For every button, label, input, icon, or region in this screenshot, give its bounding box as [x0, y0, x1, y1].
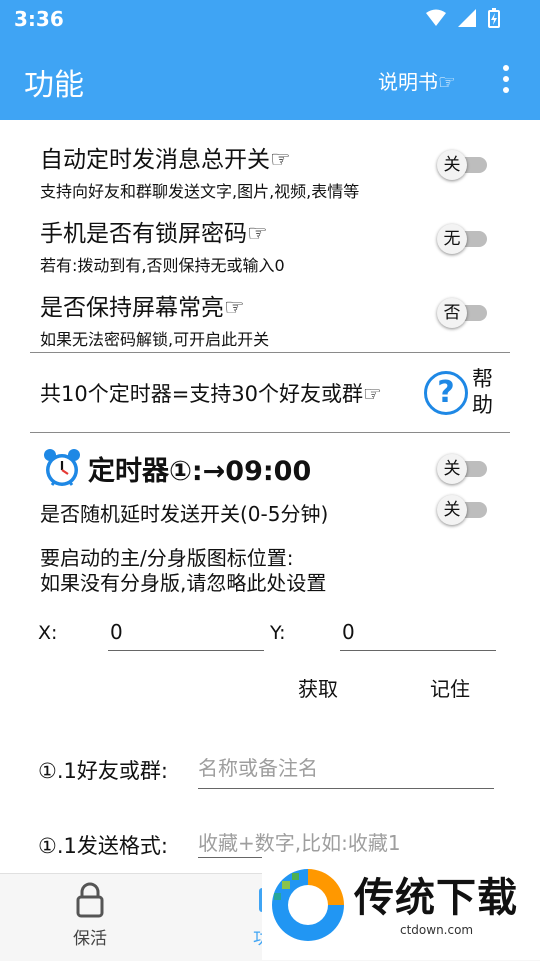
signal-icon	[458, 9, 476, 27]
format-label: ①.1发送格式:	[38, 834, 168, 858]
watermark-url: ctdown.com	[400, 923, 474, 937]
help-button[interactable]: ? 帮助	[424, 366, 502, 422]
setting-keep-screen-on: 是否保持屏幕常亮☞ 如果无法密码解锁,可开启此开关	[40, 288, 269, 350]
format-input[interactable]: 收藏+数字,比如:收藏1	[198, 823, 494, 858]
icon-position-hint: 要启动的主/分身版图标位置: 如果没有分身版,请忽略此处设置	[40, 546, 326, 596]
status-time: 3:36	[14, 7, 64, 31]
battery-icon	[488, 8, 500, 28]
app-bar: 功能 说明书☞	[0, 36, 540, 120]
random-delay-toggle[interactable]: 关	[437, 495, 487, 525]
manual-button[interactable]: 说明书☞	[378, 66, 456, 95]
remember-button[interactable]: 记住	[430, 673, 470, 702]
setting-label: 自动定时发消息总开关☞	[40, 147, 291, 173]
lock-password-toggle[interactable]: 无	[437, 224, 487, 254]
hint-line: 如果没有分身版,请忽略此处设置	[40, 571, 327, 595]
watermark-text: 传统下载	[354, 875, 518, 921]
help-icon: ?	[424, 371, 468, 415]
watermark: 传统下载 ctdown.com	[262, 855, 540, 960]
setting-description: 支持向好友和群聊发送文字,图片,视频,表情等	[40, 182, 360, 201]
alarm-clock-icon	[44, 449, 80, 486]
get-position-button[interactable]: 获取	[298, 673, 338, 702]
y-input[interactable]: 0	[340, 614, 496, 651]
setting-auto-send: 自动定时发消息总开关☞ 支持向好友和群聊发送文字,图片,视频,表情等	[40, 140, 359, 202]
auto-send-toggle[interactable]: 关	[437, 150, 487, 180]
timer-title: 定时器①:→09:00	[88, 455, 312, 487]
watermark-logo-icon	[272, 869, 344, 941]
setting-lock-password: 手机是否有锁屏密码☞ 若有:拨动到有,否则保持无或输入0	[40, 214, 285, 276]
setting-description: 若有:拨动到有,否则保持无或输入0	[40, 256, 285, 275]
setting-label: 是否保持屏幕常亮☞	[40, 295, 245, 321]
divider	[30, 432, 510, 433]
hint-line: 要启动的主/分身版图标位置:	[40, 546, 294, 570]
friend-input[interactable]: 名称或备注名	[198, 748, 494, 789]
setting-label: 手机是否有锁屏密码☞	[40, 221, 268, 247]
divider	[30, 352, 510, 353]
keep-screen-on-toggle[interactable]: 否	[437, 298, 487, 328]
more-options-icon[interactable]	[496, 62, 516, 96]
x-label: X:	[38, 622, 58, 644]
friend-label: ①.1好友或群:	[38, 759, 168, 783]
random-delay-label: 是否随机延时发送开关(0-5分钟)	[40, 502, 329, 526]
timer-toggle[interactable]: 关	[437, 454, 487, 484]
help-label: 帮助	[472, 367, 493, 417]
page-title: 功能	[24, 68, 84, 103]
y-label: Y:	[270, 622, 286, 644]
timer-header: 定时器①:→09:00	[40, 444, 311, 492]
nav-label: 保活	[73, 929, 107, 949]
setting-description: 如果无法密码解锁,可开启此开关	[40, 330, 270, 349]
x-input[interactable]: 0	[108, 614, 264, 651]
status-bar: 3:36	[0, 0, 540, 36]
nav-item-keepalive[interactable]: 保活	[40, 882, 140, 949]
lock-icon	[76, 882, 104, 918]
timers-info[interactable]: 共10个定时器=支持30个好友或群☞	[40, 378, 382, 408]
wifi-icon	[426, 9, 446, 26]
